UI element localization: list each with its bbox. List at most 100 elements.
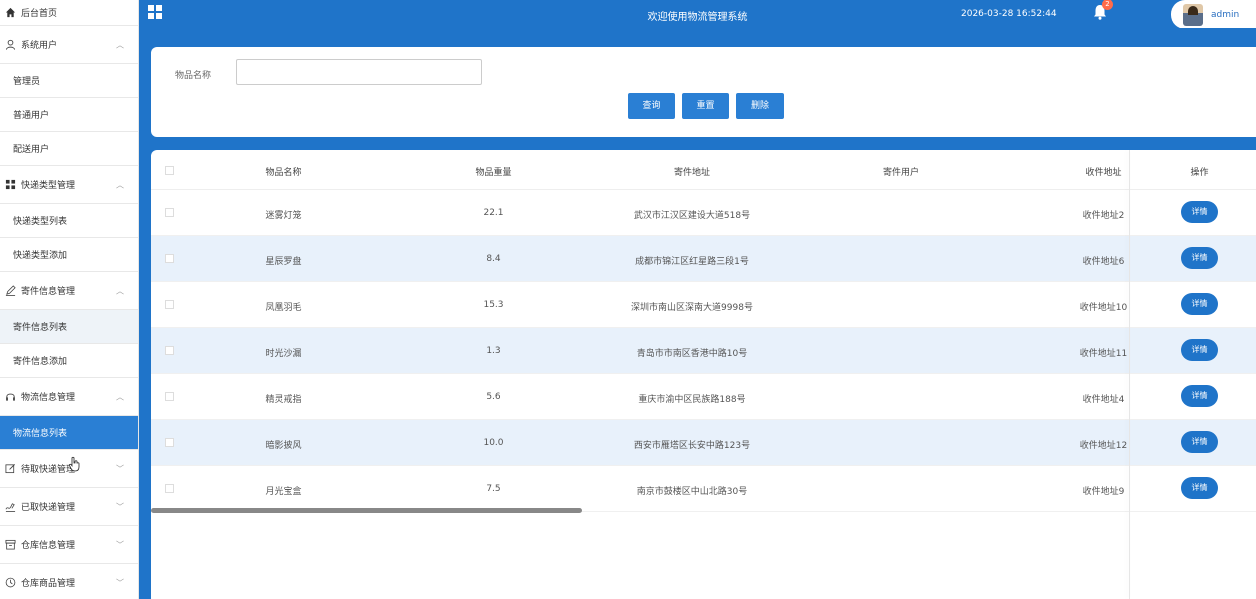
reset-button[interactable]: 重置	[682, 93, 729, 119]
cell-sender-address: 成都市锦江区红星路三段1号	[635, 257, 749, 267]
cell-receiver-address: 收件地址9	[1082, 487, 1125, 497]
table-row: 迷雾灯笼 22.1 武汉市江汉区建设大道518号 收件地址2 详情	[151, 190, 1256, 236]
table-row: 时光沙漏 1.3 青岛市市南区香港中路10号 收件地址11 详情	[151, 328, 1256, 374]
chevron-down-icon: ﹀	[116, 578, 124, 587]
sidebar-item-home[interactable]: 后台首页	[0, 0, 138, 26]
cell-item-weight: 1.3	[486, 346, 501, 356]
data-table: 物品名称 物品重量 寄件地址 寄件用户 收件地址 操作 迷雾灯笼 22.1 武汉…	[151, 150, 1256, 599]
row-checkbox[interactable]	[165, 346, 174, 355]
cell-item-name: 星辰罗盘	[265, 257, 302, 267]
sidebar-group-warehouse-goods[interactable]: 仓库商品管理 ﹀	[0, 564, 138, 599]
item-name-search-input[interactable]	[236, 59, 482, 85]
row-checkbox[interactable]	[165, 300, 174, 309]
row-checkbox[interactable]	[165, 438, 174, 447]
cell-item-weight: 5.6	[486, 392, 501, 402]
row-checkbox[interactable]	[165, 392, 174, 401]
cell-item-name: 凤凰羽毛	[265, 303, 302, 313]
column-header-sender-address: 寄件地址	[673, 168, 710, 178]
sidebar-item-label: 管理员	[13, 77, 41, 87]
delete-button[interactable]: 删除	[736, 93, 784, 119]
table-row: 凤凰羽毛 15.3 深圳市南山区深南大道9998号 收件地址10 详情	[151, 282, 1256, 328]
detail-button[interactable]: 详情	[1181, 339, 1218, 361]
sidebar-item-shipment-list[interactable]: 寄件信息列表	[0, 310, 138, 344]
sidebar: 后台首页 系统用户 ︿ 管理员 普通用户 配送用户 快递类型管理 ︿ 快递类型列…	[0, 0, 139, 599]
fixed-column-divider	[1129, 150, 1130, 599]
horizontal-scrollbar[interactable]	[151, 508, 582, 513]
cell-item-weight: 10.0	[483, 438, 504, 448]
menu-grid-icon[interactable]	[148, 5, 162, 19]
sidebar-group-label: 仓库商品管理	[21, 579, 76, 589]
sidebar-group-label: 快递类型管理	[21, 181, 76, 191]
sidebar-group-system-users[interactable]: 系统用户 ︿	[0, 26, 138, 64]
current-datetime: 2026-03-28 16:52:44	[961, 9, 1057, 19]
cell-item-weight: 15.3	[483, 300, 504, 310]
column-header-receiver-address: 收件地址	[1085, 168, 1122, 178]
chevron-down-icon: ﹀	[116, 540, 124, 549]
sidebar-item-express-type-list[interactable]: 快递类型列表	[0, 204, 138, 238]
search-label: 物品名称	[175, 71, 212, 81]
chevron-up-icon: ︿	[116, 40, 124, 49]
sidebar-group-label: 系统用户	[21, 41, 58, 51]
sidebar-item-delivery-user[interactable]: 配送用户	[0, 132, 138, 166]
sidebar-group-label: 物流信息管理	[21, 393, 76, 403]
sidebar-item-shipment-add[interactable]: 寄件信息添加	[0, 344, 138, 378]
cell-receiver-address: 收件地址11	[1079, 349, 1128, 359]
cell-receiver-address: 收件地址10	[1079, 303, 1128, 313]
sidebar-group-picked-up[interactable]: 已取快递管理 ﹀	[0, 488, 138, 526]
cell-sender-address: 深圳市南山区深南大道9998号	[631, 303, 753, 313]
table-row: 精灵戒指 5.6 重庆市渝中区民族路188号 收件地址4 详情	[151, 374, 1256, 420]
detail-button[interactable]: 详情	[1181, 201, 1218, 223]
chevron-down-icon: ﹀	[116, 464, 124, 473]
app-title: 欢迎使用物流管理系统	[647, 12, 748, 23]
sidebar-group-logistics-info[interactable]: 物流信息管理 ︿	[0, 378, 138, 416]
detail-button[interactable]: 详情	[1181, 385, 1218, 407]
sidebar-item-logistics-list[interactable]: 物流信息列表	[0, 416, 138, 450]
row-checkbox[interactable]	[165, 254, 174, 263]
edit-icon	[4, 463, 16, 475]
sidebar-group-express-type[interactable]: 快递类型管理 ︿	[0, 166, 138, 204]
cell-sender-address: 重庆市渝中区民族路188号	[638, 395, 746, 405]
cell-item-name: 迷雾灯笼	[265, 211, 302, 221]
grid-icon	[4, 179, 16, 191]
cell-sender-address: 西安市雁塔区长安中路123号	[633, 441, 751, 451]
top-bar: 欢迎使用物流管理系统 2026-03-28 16:52:44 2 admin	[139, 0, 1256, 29]
sidebar-group-label: 待取快递管理	[21, 465, 76, 475]
hand-cursor-icon	[69, 456, 80, 472]
clock-icon	[4, 577, 16, 589]
cell-receiver-address: 收件地址6	[1082, 257, 1125, 267]
query-button[interactable]: 查询	[628, 93, 675, 119]
cell-item-name: 时光沙漏	[265, 349, 302, 359]
cell-item-name: 暗影披风	[265, 441, 302, 451]
detail-button[interactable]: 详情	[1181, 247, 1218, 269]
row-checkbox[interactable]	[165, 484, 174, 493]
home-icon	[4, 7, 16, 19]
table-row: 月光宝盒 7.5 南京市鼓楼区中山北路30号 收件地址9 详情	[151, 466, 1256, 512]
sidebar-item-admin[interactable]: 管理员	[0, 64, 138, 98]
cell-item-name: 月光宝盒	[265, 487, 302, 497]
cell-item-weight: 7.5	[486, 484, 501, 494]
sidebar-group-warehouse-info[interactable]: 仓库信息管理 ﹀	[0, 526, 138, 564]
pen-icon	[4, 285, 16, 297]
sidebar-item-label: 寄件信息添加	[13, 357, 68, 367]
column-header-item-name: 物品名称	[265, 168, 302, 178]
detail-button[interactable]: 详情	[1181, 477, 1218, 499]
sidebar-item-express-type-add[interactable]: 快递类型添加	[0, 238, 138, 272]
signature-icon	[4, 501, 16, 513]
sidebar-group-shipment-info[interactable]: 寄件信息管理 ︿	[0, 272, 138, 310]
detail-button[interactable]: 详情	[1181, 431, 1218, 453]
sidebar-group-label: 寄件信息管理	[21, 287, 76, 297]
sidebar-item-label: 后台首页	[21, 9, 58, 19]
chevron-up-icon: ︿	[116, 286, 124, 295]
chevron-up-icon: ︿	[116, 392, 124, 401]
box-icon	[4, 539, 16, 551]
detail-button[interactable]: 详情	[1181, 293, 1218, 315]
cell-receiver-address: 收件地址4	[1082, 395, 1125, 405]
sidebar-item-label: 快递类型列表	[13, 217, 68, 227]
sidebar-group-pending-pickup[interactable]: 待取快递管理 ﹀	[0, 450, 138, 488]
row-checkbox[interactable]	[165, 208, 174, 217]
username: admin	[1211, 9, 1240, 20]
select-all-checkbox[interactable]	[165, 166, 174, 175]
sidebar-item-normal-user[interactable]: 普通用户	[0, 98, 138, 132]
user-menu[interactable]: admin	[1171, 0, 1256, 29]
cell-item-weight: 22.1	[483, 208, 504, 218]
